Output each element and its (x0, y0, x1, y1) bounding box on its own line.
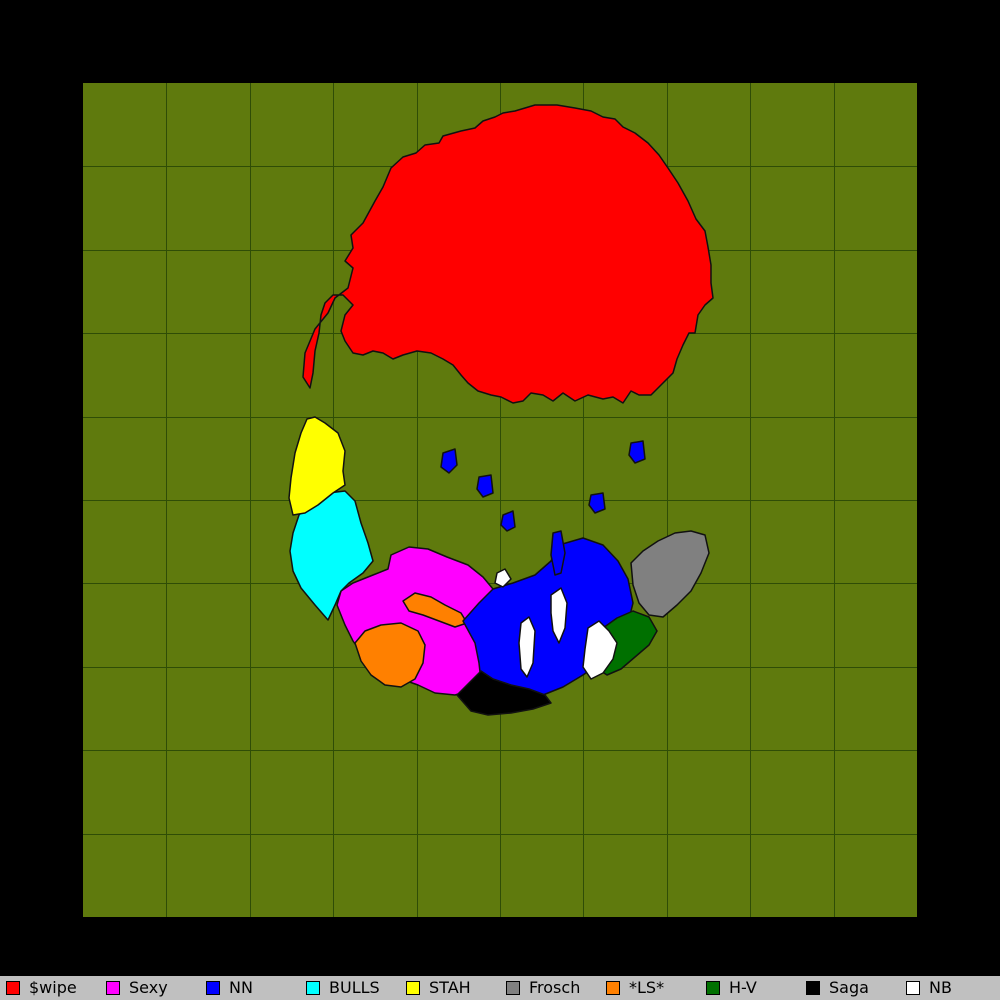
legend-item[interactable]: BULLS (306, 978, 380, 998)
legend-item[interactable]: STAH (406, 978, 471, 998)
legend-label: $wipe (29, 978, 77, 997)
legend-label: Sexy (129, 978, 168, 997)
legend-swatch (706, 981, 720, 995)
legend-swatch (206, 981, 220, 995)
legend-item[interactable]: H-V (706, 978, 757, 998)
legend-label: BULLS (329, 978, 380, 997)
legend-label: STAH (429, 978, 471, 997)
legend-swatch (6, 981, 20, 995)
legend-label: H-V (729, 978, 757, 997)
legend-item[interactable]: *LS* (606, 978, 664, 998)
legend-item[interactable]: Sexy (106, 978, 168, 998)
legend-item[interactable]: Frosch (506, 978, 580, 998)
legend-swatch (306, 981, 320, 995)
legend-swatch (106, 981, 120, 995)
team-legend: $wipe Sexy NN BULLS STAH Frosch *LS* H-V Saga NB (0, 976, 1000, 1000)
legend-label: NN (229, 978, 253, 997)
legend-label: Saga (829, 978, 869, 997)
legend-swatch (606, 981, 620, 995)
legend-swatch (906, 981, 920, 995)
legend-label: *LS* (629, 978, 665, 997)
game-screen: $wipe Sexy NN BULLS STAH Frosch *LS* H-V Saga NB (0, 0, 1000, 1000)
legend-item[interactable]: NB (906, 978, 952, 998)
legend-label: Frosch (529, 978, 581, 997)
legend-swatch (806, 981, 820, 995)
legend-item[interactable]: $wipe (6, 978, 77, 998)
legend-item[interactable]: NN (206, 978, 253, 998)
legend-swatch (506, 981, 520, 995)
territory-map[interactable] (83, 83, 917, 917)
legend-item[interactable]: Saga (806, 978, 869, 998)
legend-label: NB (929, 978, 952, 997)
legend-swatch (406, 981, 420, 995)
